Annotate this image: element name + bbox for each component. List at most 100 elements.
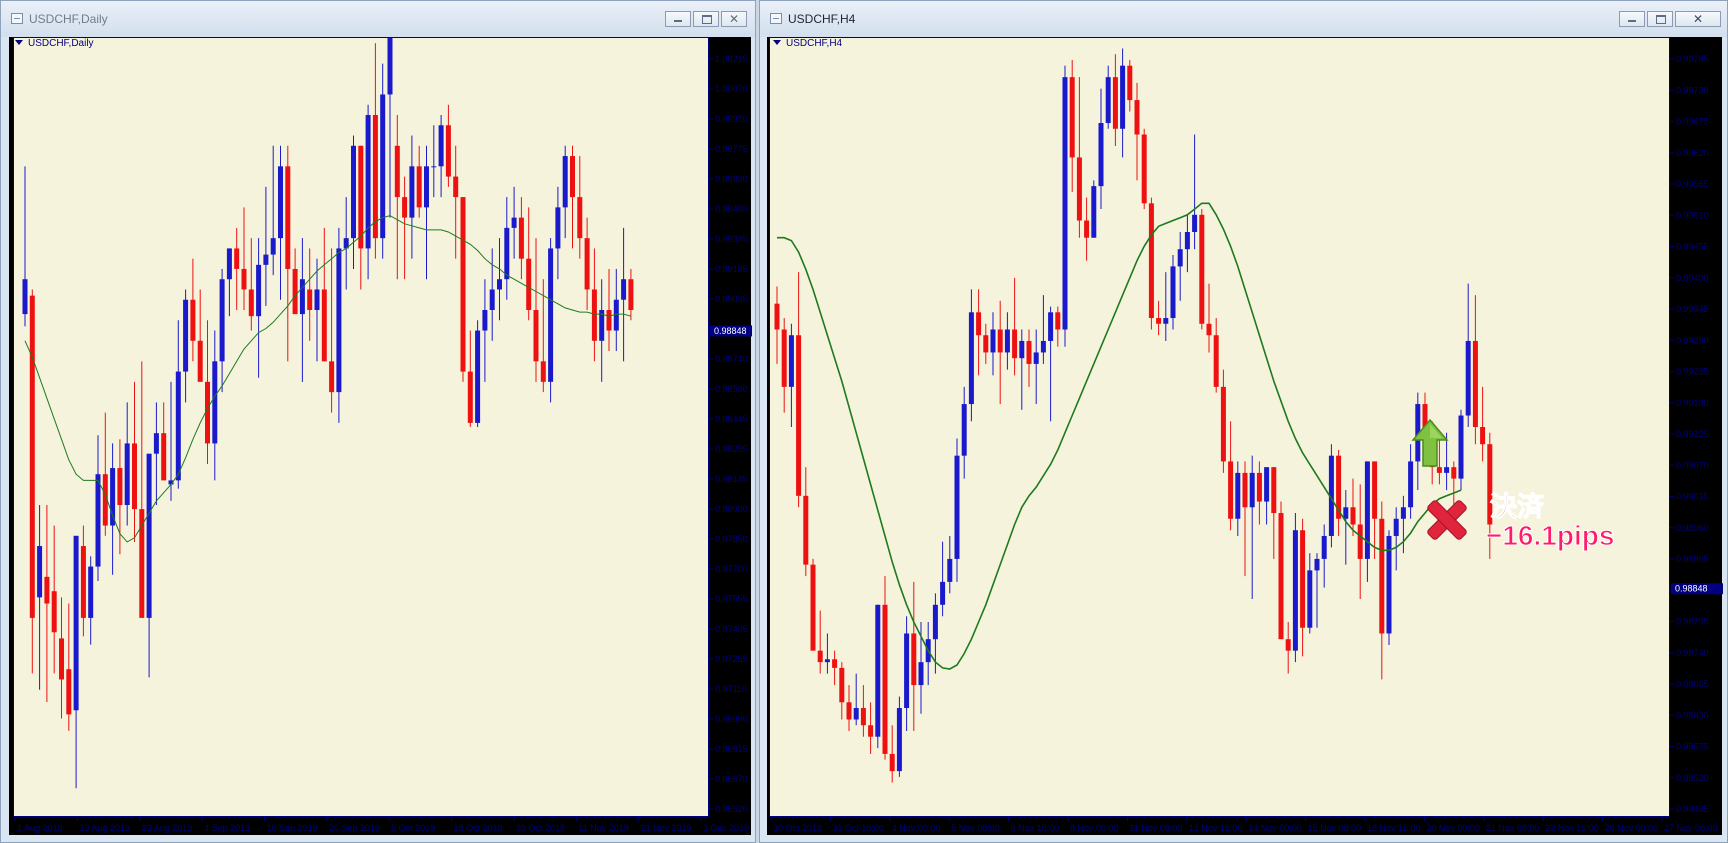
candle-body xyxy=(29,295,35,618)
candle-body xyxy=(1343,507,1349,519)
candle-body xyxy=(1285,639,1291,651)
price-tick-label: 0.99620 xyxy=(1676,148,1709,158)
daily-chart-area[interactable]: 1.00215 1.00070 0.99920 0.99775 0.99630 0.994… xyxy=(9,37,753,837)
candle-body xyxy=(1199,214,1205,324)
candle-body xyxy=(968,312,974,405)
price-tick-label: 0.96670 xyxy=(715,774,748,784)
candle-body xyxy=(44,576,50,604)
price-tick-label: 1.00215 xyxy=(715,54,748,64)
candle-body xyxy=(1379,518,1385,634)
candle xyxy=(1199,209,1205,330)
candle-body xyxy=(1127,65,1133,101)
chart-window-icon xyxy=(11,13,23,24)
time-tick-label: 4 Sep 2019 xyxy=(204,823,250,833)
candle-body xyxy=(263,254,269,265)
candle-body xyxy=(613,299,619,331)
candle-body xyxy=(351,145,356,239)
candle-body xyxy=(904,633,910,709)
candle-body xyxy=(1163,318,1169,324)
restore-button[interactable] xyxy=(693,11,719,27)
price-tick-label: 0.96960 xyxy=(715,714,748,724)
candle xyxy=(460,197,466,382)
price-tick-label: 0.99035 xyxy=(715,294,748,304)
time-tick-label: 8 Nov 00:00 xyxy=(1070,823,1119,833)
candle-body xyxy=(226,248,232,280)
candle-body xyxy=(153,433,159,454)
time-tick-label: 15 Nov 08:00 xyxy=(1308,823,1362,833)
candle-body xyxy=(183,299,189,372)
price-tick-label: 0.96815 xyxy=(715,744,748,754)
price-tick-label: 0.99675 xyxy=(1676,117,1709,127)
candle-body xyxy=(124,443,130,505)
candle-body xyxy=(424,166,429,208)
price-tick-label: 0.99345 xyxy=(1676,304,1709,314)
close-button[interactable]: ✕ xyxy=(1675,11,1721,27)
price-tick-label: 0.99180 xyxy=(1676,398,1709,408)
time-tick-label: 4 Nov 00:00 xyxy=(892,823,941,833)
price-tick-label: 0.99480 xyxy=(715,204,748,214)
candle-body xyxy=(1444,467,1450,473)
candle-body xyxy=(562,156,568,208)
candle-body xyxy=(402,197,408,218)
candle-body xyxy=(1278,513,1284,640)
candle xyxy=(548,238,554,403)
h4-chart-area[interactable]: 0.99785 0.99730 0.99675 0.99620 0.99565 0.995… xyxy=(767,37,1724,837)
candle-body xyxy=(1465,340,1471,416)
candle-body xyxy=(175,371,181,481)
candle xyxy=(875,604,881,749)
candle-body xyxy=(803,495,809,565)
close-button[interactable]: ✕ xyxy=(721,11,747,27)
daily-symbol-label: USDCHF,Daily xyxy=(15,37,94,51)
pips-result-annotation: −16.1pips xyxy=(1485,520,1615,552)
candle-body xyxy=(1091,186,1097,238)
candle-body xyxy=(278,166,283,239)
candle-body xyxy=(591,289,597,341)
daily-chart-window[interactable]: USDCHF,Daily ✕ 1.00215 1.00070 0.99920 0.99… xyxy=(0,0,756,843)
candle-body xyxy=(504,227,510,280)
price-tick-label: 0.96520 xyxy=(715,804,748,814)
daily-window-title: USDCHF,Daily xyxy=(29,12,108,26)
daily-candlestick-chart[interactable]: 1.00215 1.00070 0.99920 0.99775 0.99630 0.994… xyxy=(9,37,753,837)
candle-body xyxy=(88,566,94,618)
price-tick-label: 0.99185 xyxy=(715,264,748,274)
h4-candlestick-chart[interactable]: 0.99785 0.99730 0.99675 0.99620 0.99565 0.995… xyxy=(767,37,1724,837)
h4-title-bar[interactable]: USDCHF,H4 ✕ xyxy=(760,1,1727,37)
h4-chart-window[interactable]: USDCHF,H4 ✕ 0.99785 0.99730 0.99675 0.99620… xyxy=(759,0,1728,843)
candle-body xyxy=(59,638,64,680)
candle-body xyxy=(416,166,422,208)
price-tick-label: 0.99920 xyxy=(715,114,748,124)
candle-body xyxy=(66,669,72,715)
candle-body xyxy=(954,455,960,559)
candle-body xyxy=(1472,340,1478,427)
candle-body xyxy=(409,166,415,218)
price-tick-label: 0.99510 xyxy=(1676,210,1709,220)
candle-body xyxy=(810,564,816,651)
candle-body xyxy=(329,361,335,393)
candle-body xyxy=(1156,318,1162,324)
candle-body xyxy=(51,591,57,633)
price-tick-label: 0.99335 xyxy=(715,234,748,244)
time-tick-label: 21 Nov 2019 xyxy=(641,823,692,833)
candle-body xyxy=(1004,329,1010,353)
candle-body xyxy=(292,268,298,315)
candle-body xyxy=(548,248,554,382)
candle-body xyxy=(932,604,938,640)
candle-body xyxy=(918,662,924,686)
candle-body xyxy=(431,166,437,168)
price-tick-label: 0.99455 xyxy=(1676,242,1709,252)
minimize-button[interactable] xyxy=(1619,11,1645,27)
time-tick-label: 3 Dec 2019 xyxy=(703,823,749,833)
candle-body xyxy=(1170,266,1176,319)
price-tick-label: 0.99730 xyxy=(1676,85,1709,95)
candle-body xyxy=(1228,461,1234,519)
candle-body xyxy=(1177,249,1183,267)
minimize-button[interactable] xyxy=(665,11,691,27)
candle xyxy=(1091,180,1097,238)
candle-body xyxy=(95,474,101,567)
restore-button[interactable] xyxy=(1647,11,1673,27)
candle-body xyxy=(511,217,517,228)
current-price-label: 0.98848 xyxy=(1675,584,1708,594)
price-tick-label: 0.98295 xyxy=(715,444,748,454)
candle-body xyxy=(248,289,254,317)
daily-title-bar[interactable]: USDCHF,Daily ✕ xyxy=(1,1,755,37)
